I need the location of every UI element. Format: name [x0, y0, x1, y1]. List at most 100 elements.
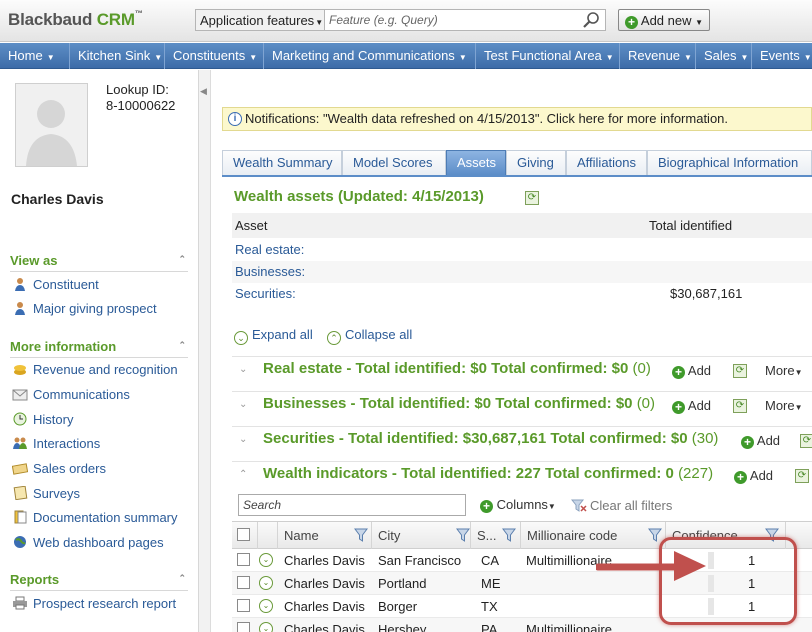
- header-city[interactable]: City: [372, 522, 471, 549]
- filter-icon[interactable]: [354, 528, 368, 542]
- cell-state: CA: [481, 553, 500, 568]
- asset-value: $30,687,161: [670, 286, 743, 301]
- more-menu-button[interactable]: More▼: [765, 398, 803, 413]
- link-label: Prospect research report: [33, 596, 177, 611]
- refresh-icon[interactable]: ⟳: [733, 399, 747, 413]
- expand-chevron-icon[interactable]: ⌄: [239, 434, 247, 445]
- add-button[interactable]: + Add: [734, 468, 773, 484]
- tab-giving[interactable]: Giving: [506, 150, 566, 175]
- more-menu-button[interactable]: More▼: [765, 363, 803, 378]
- refresh-icon[interactable]: ⟳: [800, 434, 812, 448]
- nav-item-revenue[interactable]: Revenue ▼: [620, 43, 696, 69]
- collapse-all-link[interactable]: ⌃ Collapse all: [327, 327, 412, 345]
- nav-item-test-functional-area[interactable]: Test Functional Area ▼: [476, 43, 620, 69]
- add-button[interactable]: + Add: [741, 433, 780, 449]
- reports-header[interactable]: Reports ⌃: [10, 572, 188, 591]
- add-button[interactable]: + Add: [672, 398, 711, 414]
- link-web-dashboard-pages[interactable]: Web dashboard pages: [12, 535, 164, 553]
- tab-assets[interactable]: Assets: [446, 150, 506, 175]
- nav-item-sales[interactable]: Sales ▼: [696, 43, 752, 69]
- nav-item-kitchen-sink[interactable]: Kitchen Sink ▼: [70, 43, 165, 69]
- column-label: City: [378, 528, 401, 543]
- sidebar-collapse-handle[interactable]: ◀: [199, 70, 211, 632]
- expand-chevron-icon[interactable]: ⌄: [239, 399, 247, 410]
- tab-biographical-information[interactable]: Biographical Information: [647, 150, 812, 175]
- plus-icon: +: [741, 436, 754, 449]
- feature-search-input[interactable]: [325, 9, 606, 31]
- coins-icon: [14, 365, 26, 375]
- cell-city: San Francisco: [378, 553, 462, 568]
- grid-search-input[interactable]: [238, 494, 466, 516]
- nav-label: Events: [760, 48, 800, 63]
- group-securities: ⌄ Securities - Total identified: $30,687…: [232, 426, 812, 456]
- view-as-major-giving-prospect[interactable]: Major giving prospect: [12, 301, 157, 319]
- asset-row: Businesses:: [232, 261, 812, 283]
- link-surveys[interactable]: Surveys: [12, 486, 80, 504]
- expand-all-link[interactable]: ⌄ Expand all: [234, 327, 313, 345]
- more-information-header[interactable]: More information ⌃: [10, 339, 188, 358]
- row-expand-icon[interactable]: ⌄: [259, 622, 273, 632]
- link-prospect-research-report[interactable]: Prospect research report: [12, 596, 176, 614]
- notification-bar[interactable]: i Notifications: "Wealth data refreshed o…: [222, 107, 812, 131]
- link-communications[interactable]: Communications: [12, 387, 130, 405]
- row-expand-icon[interactable]: ⌄: [259, 576, 273, 590]
- link-history[interactable]: History: [12, 412, 73, 430]
- columns-label: Columns: [496, 497, 548, 512]
- dropdown-arrow-icon: ▼: [740, 53, 749, 62]
- collapse-chevron-icon[interactable]: ⌃: [239, 469, 247, 480]
- survey-document-icon: [13, 486, 28, 500]
- filter-icon[interactable]: [456, 528, 470, 542]
- search-icon[interactable]: [582, 11, 600, 29]
- clear-all-filters-button[interactable]: Clear all filters: [570, 498, 672, 513]
- dropdown-arrow-icon: ▼: [803, 53, 812, 62]
- row-expand-icon[interactable]: ⌄: [259, 599, 273, 613]
- view-as-constituent[interactable]: Constituent: [12, 277, 99, 295]
- columns-button[interactable]: + Columns▼: [480, 497, 556, 513]
- select-all-checkbox[interactable]: [237, 528, 250, 541]
- link-sales-orders[interactable]: Sales orders: [12, 461, 106, 479]
- dropdown-arrow-icon: ▼: [547, 502, 556, 511]
- tab-label: Model Scores: [353, 155, 433, 170]
- row-checkbox[interactable]: [237, 622, 250, 632]
- add-new-button[interactable]: + Add new ▼: [618, 9, 710, 31]
- nav-item-marketing[interactable]: Marketing and Communications ▼: [264, 43, 476, 69]
- filter-icon[interactable]: [502, 528, 516, 542]
- add-button[interactable]: + Add: [672, 363, 711, 379]
- nav-item-events[interactable]: Events ▼: [752, 43, 812, 69]
- refresh-icon[interactable]: ⟳: [733, 364, 747, 378]
- link-interactions[interactable]: Interactions: [12, 436, 100, 454]
- wealth-assets-title: Wealth assets (Updated: 4/15/2013): [234, 188, 484, 205]
- link-revenue-and-recognition[interactable]: Revenue and recognition: [12, 362, 178, 380]
- group-title-text: Wealth indicators - Total identified: 22…: [263, 465, 674, 482]
- tab-model-scores[interactable]: Model Scores: [342, 150, 446, 175]
- documents-icon: [14, 510, 27, 524]
- refresh-icon[interactable]: ⟳: [795, 469, 809, 483]
- collapse-all-icon: ⌃: [327, 331, 341, 345]
- header-state[interactable]: S...: [471, 522, 521, 549]
- link-label: Web dashboard pages: [33, 535, 164, 550]
- nav-item-home[interactable]: Home ▼: [0, 43, 70, 69]
- view-as-header[interactable]: View as ⌃: [10, 253, 188, 272]
- filter-icon[interactable]: [648, 528, 662, 542]
- dropdown-arrow-icon: ▼: [684, 53, 692, 62]
- tab-wealth-summary[interactable]: Wealth Summary: [222, 150, 342, 175]
- cell-city: Hershey: [378, 622, 427, 632]
- row-checkbox[interactable]: [237, 576, 250, 589]
- group-title: Businesses - Total identified: $0 Total …: [263, 395, 655, 412]
- header-name[interactable]: Name: [278, 522, 372, 549]
- search-scope-dropdown[interactable]: Application features▼: [195, 9, 325, 31]
- tab-affiliations[interactable]: Affiliations: [566, 150, 647, 175]
- row-expand-icon[interactable]: ⌄: [259, 553, 273, 567]
- refresh-icon[interactable]: ⟳: [525, 191, 539, 205]
- dropdown-arrow-icon: ▼: [249, 53, 258, 62]
- expand-chevron-icon[interactable]: ⌄: [239, 364, 247, 375]
- row-checkbox[interactable]: [237, 553, 250, 566]
- app-logo[interactable]: Blackbaud CRM™: [8, 9, 143, 30]
- dropdown-arrow-icon: ▼: [605, 53, 614, 62]
- nav-item-constituents[interactable]: Constituents ▼: [165, 43, 264, 69]
- row-checkbox[interactable]: [237, 599, 250, 612]
- cell-name: Charles Davis: [284, 553, 365, 568]
- dropdown-arrow-icon: ▼: [695, 18, 704, 27]
- link-documentation-summary[interactable]: Documentation summary: [12, 510, 178, 528]
- asset-label: Businesses:: [235, 264, 306, 279]
